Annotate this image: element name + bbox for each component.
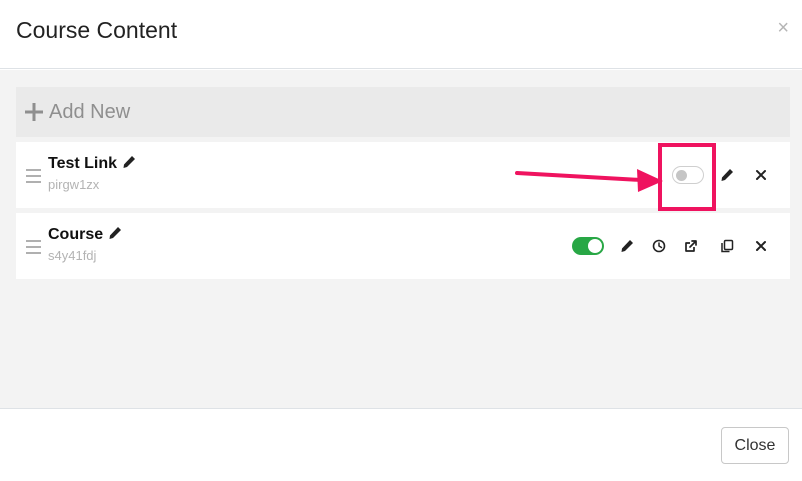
edit-icon[interactable]	[719, 167, 735, 183]
item-name: Test Link	[48, 155, 118, 172]
edit-title-icon[interactable]	[108, 226, 122, 245]
modal-close-icon[interactable]: ×	[777, 18, 789, 38]
content-item-title: Course	[48, 226, 122, 245]
item-code: pirgw1zx	[48, 177, 100, 192]
copy-icon[interactable]	[719, 238, 735, 254]
modal-header: Course Content ×	[0, 0, 802, 69]
edit-icon[interactable]	[619, 238, 635, 254]
clock-icon[interactable]	[651, 238, 667, 254]
content-item-row: Course s4y41fdj	[16, 213, 790, 279]
edit-title-icon[interactable]	[122, 155, 136, 174]
content-item-title: Test Link	[48, 155, 136, 174]
annotation-arrow	[515, 169, 663, 192]
close-button[interactable]: Close	[721, 427, 789, 464]
item-code: s4y41fdj	[48, 248, 97, 263]
modal-title: Course Content	[16, 17, 178, 43]
visibility-toggle[interactable]	[572, 237, 604, 255]
external-link-icon[interactable]	[683, 238, 699, 254]
add-new-button[interactable]: Add New	[16, 87, 790, 137]
plus-icon	[24, 102, 44, 122]
modal-footer: Close	[0, 408, 802, 481]
delete-icon[interactable]	[753, 238, 769, 254]
item-name: Course	[48, 226, 104, 243]
modal-body: Add New Test Link pirgw1zx Course s4y41f…	[0, 70, 802, 408]
drag-handle-icon[interactable]	[26, 240, 41, 258]
highlight-box	[658, 143, 716, 211]
drag-handle-icon[interactable]	[26, 169, 41, 187]
add-new-label: Add New	[49, 100, 131, 123]
delete-icon[interactable]	[753, 167, 769, 183]
